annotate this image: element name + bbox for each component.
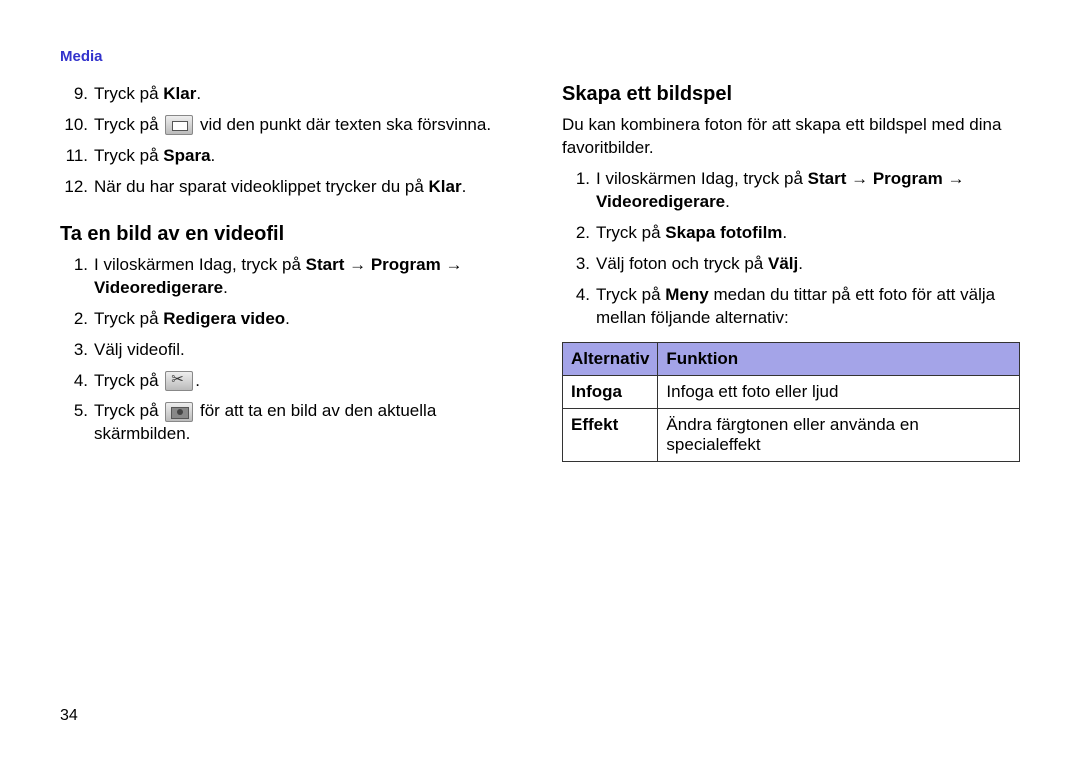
step-text: Välj videofil. [94, 339, 518, 362]
right-heading: Skapa ett bildspel [562, 83, 1020, 106]
list-item: 10.Tryck på vid den punkt där texten ska… [60, 114, 518, 137]
step-text: När du har sparat videoklippet trycker d… [94, 176, 518, 199]
step-number: 10. [60, 114, 94, 137]
list-item: 4.Tryck på Meny medan du tittar på ett f… [562, 284, 1020, 330]
table-row: InfogaInfoga ett foto eller ljud [563, 375, 1020, 408]
step-number: 5. [60, 400, 94, 423]
list-item: 3.Välj foton och tryck på Välj. [562, 253, 1020, 276]
table-header-alternativ: Alternativ [563, 342, 658, 375]
list-item: 3.Välj videofil. [60, 339, 518, 362]
intro-paragraph: Du kan kombinera foton för att skapa ett… [562, 114, 1020, 160]
step-number: 3. [60, 339, 94, 362]
table-cell-funktion: Ändra färgtonen eller använda en special… [658, 408, 1020, 461]
bold-text: Program [873, 169, 943, 188]
steps-list-right: 1.I viloskärmen Idag, tryck på Start → P… [562, 168, 1020, 330]
step-number: 4. [562, 284, 596, 307]
bold-text: Klar [429, 177, 462, 196]
bold-text: Välj [768, 254, 798, 273]
step-number: 12. [60, 176, 94, 199]
step-text: Tryck på . [94, 370, 518, 393]
bold-text: Videoredigerare [596, 192, 725, 211]
step-number: 3. [562, 253, 596, 276]
table-header-funktion: Funktion [658, 342, 1020, 375]
slide-icon [165, 115, 193, 135]
bold-text: Spara [163, 146, 210, 165]
bold-text: Start [808, 169, 847, 188]
list-item: 9.Tryck på Klar. [60, 83, 518, 106]
list-item: 2.Tryck på Redigera video. [60, 308, 518, 331]
table-row: EffektÄndra färgtonen eller använda en s… [563, 408, 1020, 461]
bold-text: Skapa fotofilm [665, 223, 782, 242]
step-text: Tryck på Redigera video. [94, 308, 518, 331]
table-cell-alternativ: Infoga [563, 375, 658, 408]
step-number: 1. [60, 254, 94, 277]
table-cell-alternativ: Effekt [563, 408, 658, 461]
step-number: 9. [60, 83, 94, 106]
bold-text: Redigera video [163, 309, 285, 328]
table-cell-funktion: Infoga ett foto eller ljud [658, 375, 1020, 408]
list-item: 1.I viloskärmen Idag, tryck på Start → P… [60, 254, 518, 300]
step-text: Välj foton och tryck på Välj. [596, 253, 1020, 276]
list-item: 2.Tryck på Skapa fotofilm. [562, 222, 1020, 245]
step-text: Tryck på Meny medan du tittar på ett fot… [596, 284, 1020, 330]
bold-text: Videoredigerare [94, 278, 223, 297]
list-item: 1.I viloskärmen Idag, tryck på Start → P… [562, 168, 1020, 214]
step-text: I viloskärmen Idag, tryck på Start → Pro… [596, 168, 1020, 214]
bold-text: Meny [665, 285, 708, 304]
step-number: 1. [562, 168, 596, 191]
camera-icon [165, 402, 193, 422]
list-item: 11.Tryck på Spara. [60, 145, 518, 168]
steps-list-b: 1.I viloskärmen Idag, tryck på Start → P… [60, 254, 518, 447]
bold-text: Program [371, 255, 441, 274]
step-text: I viloskärmen Idag, tryck på Start → Pro… [94, 254, 518, 300]
bold-text: Start [306, 255, 345, 274]
bold-text: Klar [163, 84, 196, 103]
right-column: Skapa ett bildspel Du kan kombinera foto… [562, 83, 1020, 462]
step-number: 11. [60, 145, 94, 168]
step-number: 2. [60, 308, 94, 331]
step-number: 4. [60, 370, 94, 393]
step-text: Tryck på Klar. [94, 83, 518, 106]
scissors-icon [165, 371, 193, 391]
step-text: Tryck på Skapa fotofilm. [596, 222, 1020, 245]
steps-list-a: 9.Tryck på Klar.10.Tryck på vid den punk… [60, 83, 518, 199]
list-item: 12.När du har sparat videoklippet trycke… [60, 176, 518, 199]
step-number: 2. [562, 222, 596, 245]
step-text: Tryck på vid den punkt där texten ska fö… [94, 114, 518, 137]
section-header: Media [60, 48, 1020, 65]
page-number: 34 [60, 707, 78, 725]
left-heading: Ta en bild av en videofil [60, 223, 518, 246]
step-text: Tryck på för att ta en bild av den aktue… [94, 400, 518, 446]
left-column: 9.Tryck på Klar.10.Tryck på vid den punk… [60, 83, 518, 462]
list-item: 5.Tryck på för att ta en bild av den akt… [60, 400, 518, 446]
step-text: Tryck på Spara. [94, 145, 518, 168]
list-item: 4.Tryck på . [60, 370, 518, 393]
options-table: Alternativ Funktion InfogaInfoga ett fot… [562, 342, 1020, 462]
two-column-layout: 9.Tryck på Klar.10.Tryck på vid den punk… [60, 83, 1020, 462]
